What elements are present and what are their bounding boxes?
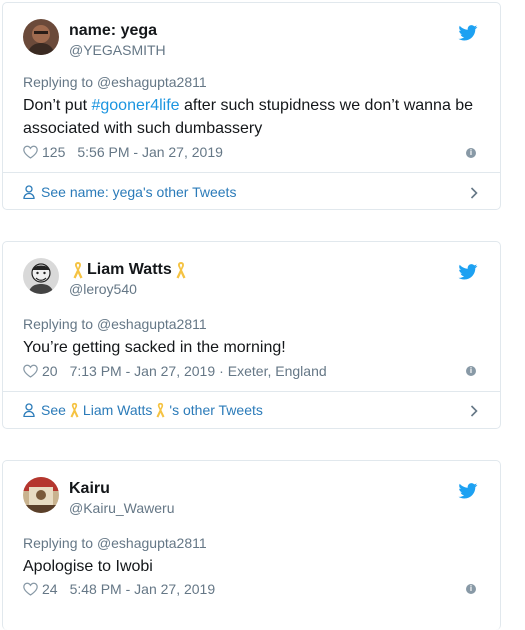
tweet-card-2[interactable]: Liam Watts @leroy540 Replying to @eshagu…: [2, 241, 501, 429]
heart-icon[interactable]: [23, 364, 38, 378]
display-name[interactable]: Liam Watts: [87, 260, 172, 279]
divider: [3, 391, 500, 392]
person-icon: [23, 185, 35, 199]
avatar[interactable]: [23, 258, 59, 294]
see-prefix: See: [41, 402, 66, 418]
info-icon[interactable]: i: [466, 366, 476, 376]
avatar[interactable]: [23, 477, 59, 513]
tweet-timestamp[interactable]: 5:48 PM - Jan 27, 2019: [70, 581, 216, 597]
tweet-text-start: Don’t put: [23, 97, 92, 114]
tweet-text: Don’t put #gooner4life after such stupid…: [23, 94, 493, 140]
display-name-row[interactable]: Liam Watts: [69, 260, 190, 279]
info-icon[interactable]: i: [466, 148, 476, 158]
tweet-meta: 20 7:13 PM - Jan 27, 2019 · Exeter, Engl…: [23, 363, 327, 379]
tweet-timestamp[interactable]: 5:56 PM - Jan 27, 2019: [77, 144, 223, 160]
see-suffix: 's other Tweets: [169, 402, 263, 418]
person-icon: [23, 403, 35, 417]
replying-to: Replying to @eshagupta2811: [23, 74, 207, 90]
yellow-ribbon-icon: [69, 402, 80, 418]
hashtag-link[interactable]: #gooner4life: [91, 97, 179, 114]
tweet-meta: 125 5:56 PM - Jan 27, 2019: [23, 144, 223, 160]
user-names[interactable]: Liam Watts @leroy540: [69, 260, 190, 298]
tweet-timestamp[interactable]: 7:13 PM - Jan 27, 2019: [70, 363, 216, 379]
user-handle[interactable]: @YEGASMITH: [69, 41, 166, 59]
reply-mention-link[interactable]: @eshagupta2811: [97, 316, 207, 332]
see-name: name: yega: [69, 184, 143, 200]
avatar[interactable]: [23, 19, 59, 55]
replying-to-label: Replying to: [23, 535, 94, 551]
twitter-bird-icon[interactable]: [458, 264, 478, 280]
tweet-text: You’re getting sacked in the morning!: [23, 339, 286, 356]
heart-icon[interactable]: [23, 145, 38, 159]
meta-separator: ·: [219, 363, 224, 379]
user-names[interactable]: name: yega @YEGASMITH: [69, 21, 166, 59]
reply-mention-link[interactable]: @eshagupta2811: [97, 535, 207, 551]
see-suffix: 's other Tweets: [142, 184, 237, 200]
like-count[interactable]: 24: [42, 581, 58, 597]
tweet-location[interactable]: Exeter, England: [228, 363, 327, 379]
see-name: Liam Watts: [82, 402, 153, 418]
tweet-meta: 24 5:48 PM - Jan 27, 2019: [23, 581, 215, 597]
see-other-tweets-link[interactable]: See Liam Watts 's other Tweets: [23, 402, 263, 418]
yellow-ribbon-icon: [175, 261, 187, 279]
tweet-card-3[interactable]: Kairu @Kairu_Waweru Replying to @eshagup…: [2, 460, 501, 630]
replying-to-label: Replying to: [23, 74, 94, 90]
chevron-right-icon[interactable]: [470, 405, 478, 417]
yellow-ribbon-icon: [72, 261, 84, 279]
yellow-ribbon-icon: [155, 402, 166, 418]
user-handle[interactable]: @leroy540: [69, 280, 190, 298]
user-names[interactable]: Kairu @Kairu_Waweru: [69, 479, 175, 517]
divider: [3, 172, 500, 173]
heart-icon[interactable]: [23, 582, 38, 596]
see-prefix: See: [41, 184, 66, 200]
tweet-card-1[interactable]: name: yega @YEGASMITH Replying to @eshag…: [2, 2, 501, 210]
replying-to: Replying to @eshagupta2811: [23, 535, 207, 551]
tweet-text: Apologise to Iwobi: [23, 558, 153, 575]
twitter-bird-icon[interactable]: [458, 25, 478, 41]
replying-to: Replying to @eshagupta2811: [23, 316, 207, 332]
reply-mention-link[interactable]: @eshagupta2811: [97, 74, 207, 90]
see-other-tweets-link[interactable]: See name: yega's other Tweets: [23, 184, 236, 200]
like-count[interactable]: 20: [42, 363, 58, 379]
info-icon[interactable]: i: [466, 584, 476, 594]
display-name[interactable]: name: yega: [69, 21, 166, 40]
user-handle[interactable]: @Kairu_Waweru: [69, 499, 175, 517]
like-count[interactable]: 125: [42, 144, 65, 160]
display-name[interactable]: Kairu: [69, 479, 175, 498]
replying-to-label: Replying to: [23, 316, 94, 332]
twitter-bird-icon[interactable]: [458, 483, 478, 499]
chevron-right-icon[interactable]: [470, 187, 478, 199]
